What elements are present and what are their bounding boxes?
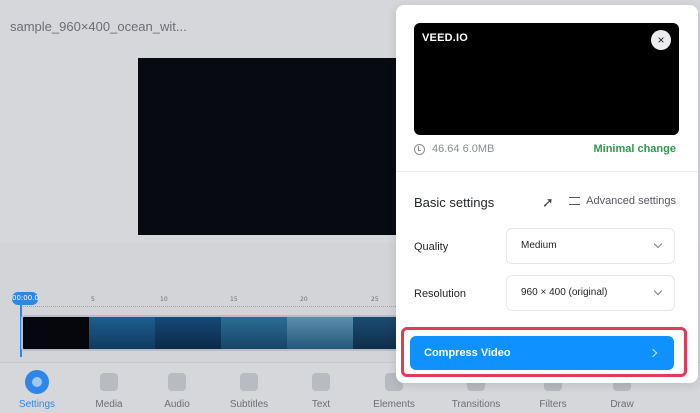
tool-text[interactable]: Text	[291, 373, 351, 410]
tool-label: Settings	[18, 399, 56, 410]
advanced-settings-label: Advanced settings	[586, 195, 676, 207]
divider	[396, 171, 698, 172]
compressed-preview: VEED.IO ×	[414, 23, 679, 135]
chevron-right-icon	[648, 348, 658, 358]
clip-frame	[353, 317, 399, 349]
chevron-down-icon	[653, 286, 663, 296]
tool-settings[interactable]: Settings	[7, 370, 67, 410]
compress-video-button[interactable]: Compress Video	[410, 336, 674, 370]
clip-frame	[221, 317, 287, 349]
text-icon	[312, 373, 330, 391]
tool-media[interactable]: Media	[79, 373, 139, 410]
sliders-icon	[569, 197, 581, 205]
video-clip-track[interactable]	[21, 315, 401, 351]
tool-label: Transitions	[451, 399, 501, 410]
advanced-settings-tab[interactable]: Advanced settings	[569, 195, 676, 207]
brand-watermark: VEED.IO	[422, 32, 469, 44]
mouse-cursor-icon: ➚	[542, 194, 554, 210]
tool-label: Subtitles	[229, 399, 269, 410]
ruler-tick: 10	[160, 296, 168, 303]
ruler-tick: 25	[371, 296, 379, 303]
settings-icon	[25, 370, 49, 394]
compress-panel: VEED.IO × 46.64 6.0MB Minimal change Bas…	[396, 5, 698, 383]
file-meta: 46.64 6.0MB	[414, 143, 494, 155]
tool-subtitles[interactable]: Subtitles	[219, 373, 279, 410]
subtitles-icon	[240, 373, 258, 391]
clock-icon	[414, 143, 425, 155]
ruler-dots	[20, 306, 400, 307]
basic-settings-tab[interactable]: Basic settings	[414, 195, 494, 210]
quality-value: Medium	[521, 240, 557, 251]
clip-frame	[23, 317, 89, 349]
tool-label: Filters	[539, 399, 567, 410]
duration-size: 46.64 6.0MB	[432, 143, 495, 155]
resolution-value: 960 × 400 (original)	[521, 287, 608, 298]
compress-video-label: Compress Video	[424, 347, 511, 359]
tool-label: Media	[95, 399, 123, 410]
tool-label: Text	[311, 399, 331, 410]
resolution-label: Resolution	[414, 288, 466, 300]
ruler-tick: 20	[300, 296, 308, 303]
file-title: sample_960×400_ocean_wit...	[10, 19, 187, 34]
plus-icon	[100, 373, 118, 391]
close-button[interactable]: ×	[651, 30, 671, 50]
ruler-tick: 5	[91, 296, 95, 303]
quality-select[interactable]: Medium	[506, 228, 675, 264]
change-indicator: Minimal change	[593, 143, 676, 155]
clip-frame	[89, 317, 155, 349]
tool-label: Elements	[373, 399, 415, 410]
quality-label: Quality	[414, 241, 449, 253]
tool-label: Audio	[164, 399, 190, 410]
tool-label: Draw	[610, 399, 634, 410]
playhead-time[interactable]: 00:00.0	[12, 292, 39, 305]
tool-audio[interactable]: Audio	[147, 373, 207, 410]
resolution-select[interactable]: 960 × 400 (original)	[506, 275, 675, 311]
ruler-tick: 15	[230, 296, 238, 303]
timeline-ruler: 5 10 15 20 25	[0, 294, 400, 310]
clip-frame	[287, 317, 353, 349]
video-preview	[138, 58, 400, 235]
chevron-down-icon	[653, 239, 663, 249]
clip-frame	[155, 317, 221, 349]
music-note-icon	[168, 373, 186, 391]
